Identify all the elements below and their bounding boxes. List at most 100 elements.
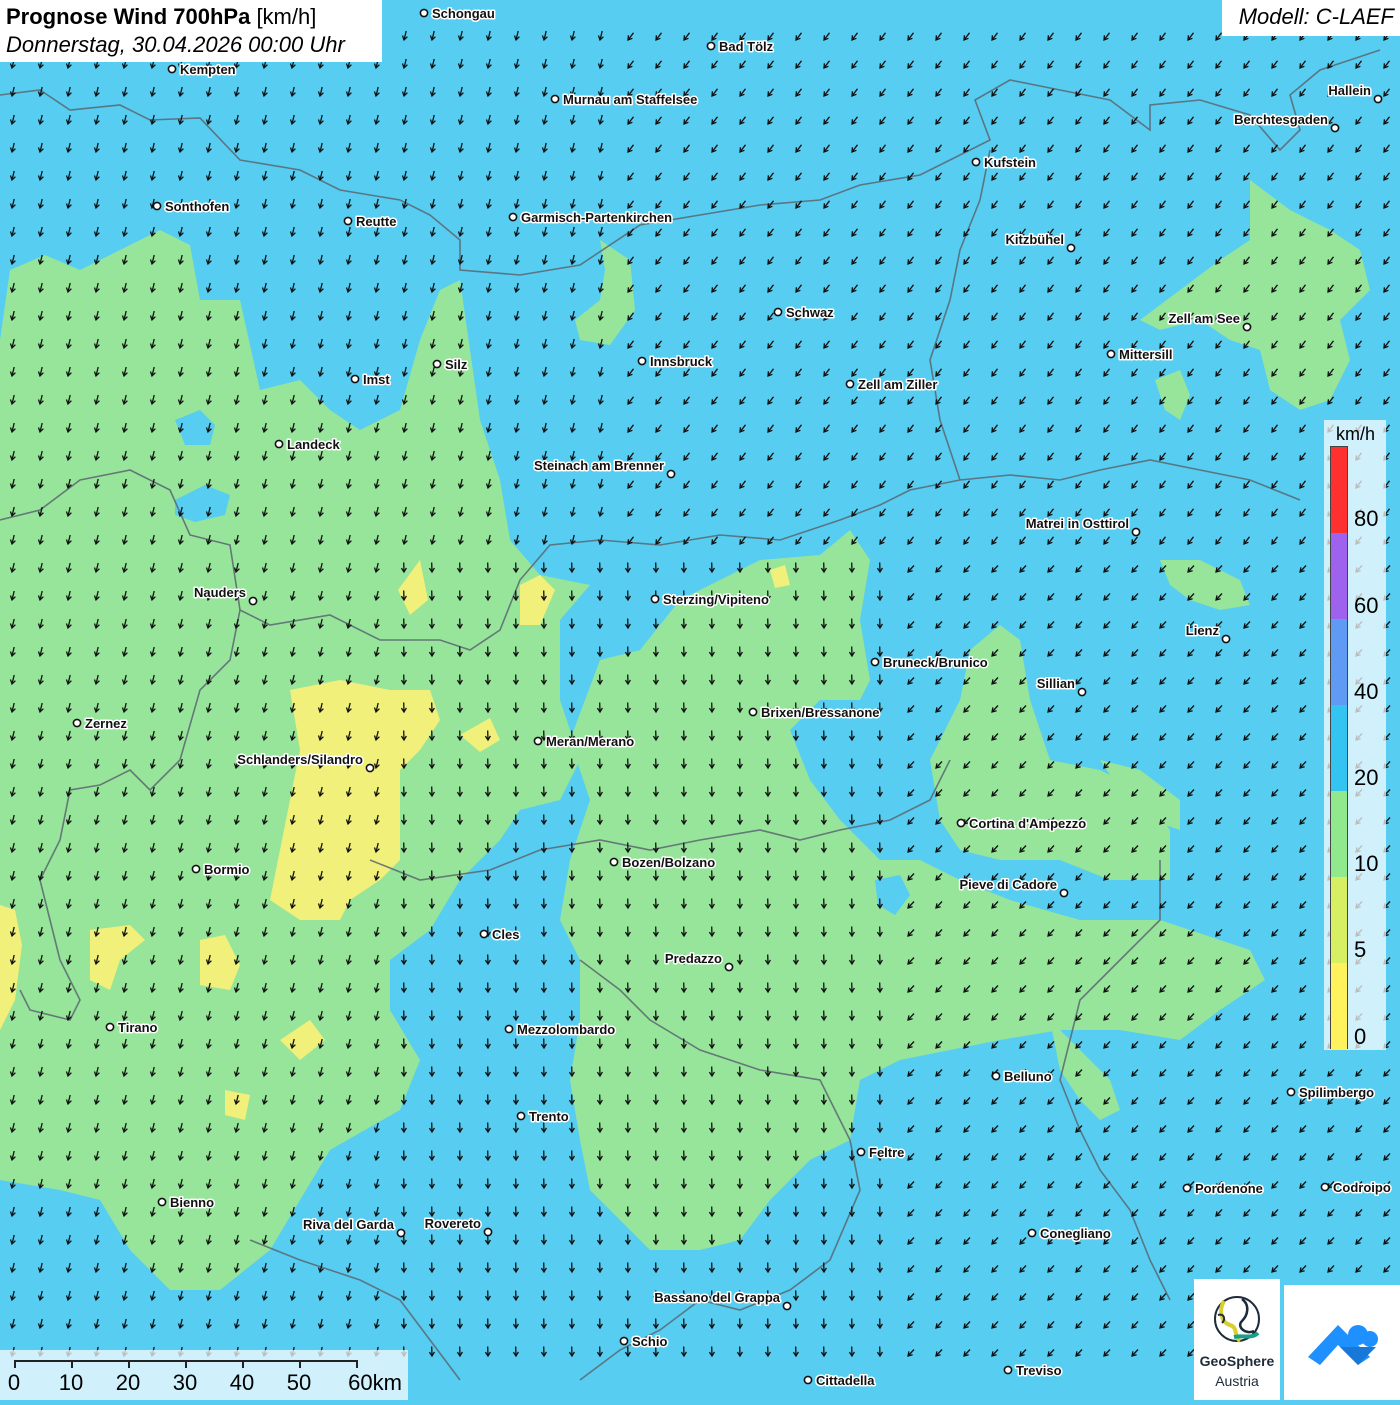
city-dot-icon xyxy=(971,157,981,167)
city-label: Trento xyxy=(529,1109,569,1124)
city-label: Belluno xyxy=(1004,1069,1052,1084)
app-logo[interactable] xyxy=(1284,1285,1400,1400)
city-dot-icon xyxy=(1003,1365,1013,1375)
city-label: Cittadella xyxy=(816,1373,875,1388)
scale-tick-60km: 60km xyxy=(348,1370,402,1395)
legend-tick-40: 40 xyxy=(1354,679,1379,704)
city-label: Kempten xyxy=(180,62,236,77)
city-dot-icon xyxy=(274,439,284,449)
title-box: Prognose Wind 700hPa [km/h] Donnerstag, … xyxy=(0,0,382,62)
legend-segment-0 xyxy=(1331,963,1347,1050)
city-dot-icon xyxy=(650,594,660,604)
city-dot-icon xyxy=(350,374,360,384)
map-title-unit: [km/h] xyxy=(256,4,317,29)
city-marker[interactable]: Sonthofen xyxy=(152,198,231,216)
city-label: Bad Tölz xyxy=(719,39,774,54)
city-dot-icon xyxy=(191,864,201,874)
city-marker[interactable]: Meran/Merano xyxy=(533,733,636,751)
city-label: Codroipo xyxy=(1333,1180,1391,1195)
city-dot-icon xyxy=(419,8,429,18)
city-label: Schwaz xyxy=(786,305,834,320)
city-dot-icon xyxy=(1320,1182,1330,1192)
legend-segment-10 xyxy=(1331,791,1347,877)
legend-tick-10: 10 xyxy=(1354,851,1379,876)
scale-tick-0: 0 xyxy=(7,1370,21,1395)
city-dot-icon xyxy=(533,736,543,746)
city-marker[interactable]: Schongau xyxy=(419,5,496,23)
city-dot-icon xyxy=(748,707,758,717)
city-label: Brixen/Bressanone xyxy=(761,705,880,720)
city-dot-icon xyxy=(1131,527,1141,537)
city-label: Sonthofen xyxy=(165,199,229,214)
city-marker[interactable]: Zell am Ziller xyxy=(845,376,939,394)
forecast-datetime: Donnerstag, 30.04.2026 00:00 Uhr xyxy=(6,32,345,57)
city-label: Murnau am Staffelsee xyxy=(563,92,697,107)
legend-segment-5 xyxy=(1331,877,1347,963)
city-label: Hallein xyxy=(1328,83,1371,98)
legend-tick-80: 80 xyxy=(1354,506,1379,531)
geosphere-name: GeoSphere xyxy=(1199,1353,1275,1369)
city-label: Steinach am Brenner xyxy=(534,458,664,473)
city-dot-icon xyxy=(724,962,734,972)
map-title: Prognose Wind 700hPa [km/h] xyxy=(6,3,376,31)
city-dot-icon xyxy=(365,763,375,773)
city-label: Kufstein xyxy=(984,155,1036,170)
map-title-main: Prognose Wind 700hPa xyxy=(6,4,251,29)
city-dot-icon xyxy=(1330,123,1340,133)
city-label: Imst xyxy=(363,372,390,387)
city-label: Cortina d'Ampezzo xyxy=(969,816,1086,831)
scale-tick-10: 10 xyxy=(58,1370,84,1395)
city-dot-icon xyxy=(856,1147,866,1157)
legend-segment-60 xyxy=(1331,533,1347,619)
city-label: Pordenone xyxy=(1195,1181,1263,1196)
city-marker[interactable]: Cittadella xyxy=(803,1372,877,1390)
city-dot-icon xyxy=(1106,349,1116,359)
city-label: Schongau xyxy=(432,6,495,21)
legend-colorbar xyxy=(1330,446,1348,1050)
city-dot-icon xyxy=(516,1111,526,1121)
scale-tick-40: 40 xyxy=(229,1370,255,1395)
city-marker[interactable]: Sterzing/Vipiteno xyxy=(650,591,770,609)
city-marker[interactable]: Bozen/Bolzano xyxy=(609,854,717,872)
city-label: Bruneck/Brunico xyxy=(883,655,988,670)
city-dot-icon xyxy=(782,1301,792,1311)
city-dot-icon xyxy=(1221,634,1231,644)
scale-mark xyxy=(242,1360,244,1368)
city-dot-icon xyxy=(1027,1228,1037,1238)
scale-tick-50: 50 xyxy=(286,1370,312,1395)
city-dot-icon xyxy=(619,1336,629,1346)
city-marker[interactable]: Brixen/Bressanone xyxy=(748,704,881,722)
city-dot-icon xyxy=(666,469,676,479)
city-dot-icon xyxy=(1286,1087,1296,1097)
city-marker[interactable]: Conegliano xyxy=(1027,1225,1112,1243)
city-dot-icon xyxy=(432,359,442,369)
city-label: Bienno xyxy=(170,1195,214,1210)
scale-mark xyxy=(14,1360,16,1368)
city-label: Bormio xyxy=(204,862,250,877)
city-label: Meran/Merano xyxy=(546,734,634,749)
city-dot-icon xyxy=(396,1228,406,1238)
city-label: Bassano del Grappa xyxy=(654,1290,780,1305)
city-label: Innsbruck xyxy=(650,354,713,369)
city-dot-icon xyxy=(550,94,560,104)
city-dot-icon xyxy=(483,1227,493,1237)
city-label: Mittersill xyxy=(1119,347,1172,362)
geosphere-logo[interactable]: GeoSphere Austria xyxy=(1194,1279,1280,1400)
city-label: Riva del Garda xyxy=(303,1217,395,1232)
city-marker[interactable]: Pordenone xyxy=(1182,1180,1264,1198)
city-marker[interactable]: Murnau am Staffelsee xyxy=(550,91,699,109)
city-dot-icon xyxy=(609,857,619,867)
city-label: Treviso xyxy=(1016,1363,1062,1378)
city-marker[interactable]: Garmisch-Partenkirchen xyxy=(508,209,674,227)
city-dot-icon xyxy=(1182,1183,1192,1193)
scale-tick-20: 20 xyxy=(115,1370,141,1395)
city-marker[interactable]: Cortina d'Ampezzo xyxy=(956,815,1088,833)
city-label: Feltre xyxy=(869,1145,904,1160)
city-marker[interactable]: Spilimbergo xyxy=(1286,1084,1376,1102)
city-marker[interactable]: Bruneck/Brunico xyxy=(870,654,989,672)
city-marker[interactable]: Mezzolombardo xyxy=(504,1021,617,1039)
legend-segment-20 xyxy=(1331,705,1347,791)
city-marker[interactable]: Innsbruck xyxy=(637,353,714,371)
city-dot-icon xyxy=(773,307,783,317)
city-label: Zell am See xyxy=(1168,311,1240,326)
